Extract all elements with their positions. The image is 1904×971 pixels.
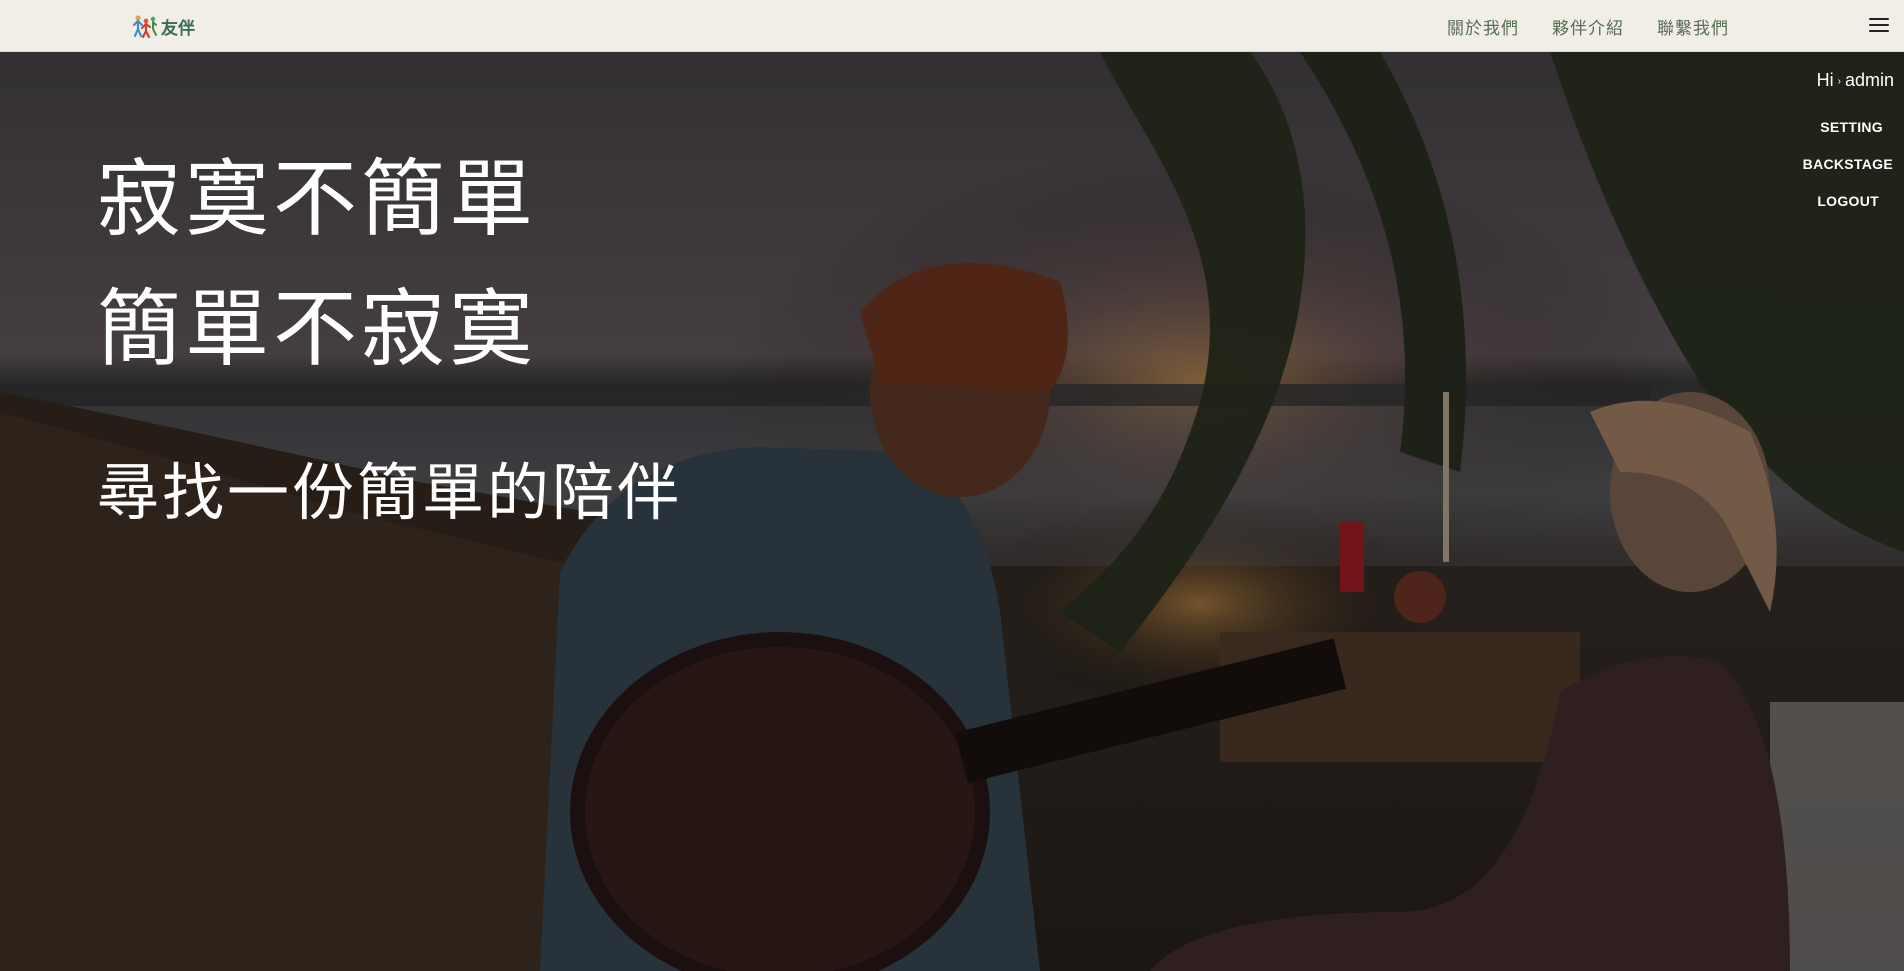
nav-link-about[interactable]: 關於我們	[1447, 14, 1519, 39]
nav-links: 關於我們 夥伴介紹 聯繫我們	[1414, 0, 1729, 52]
nav-link-partners[interactable]: 夥伴介紹	[1552, 14, 1624, 39]
user-greeting: Hi › admin	[1817, 70, 1894, 91]
top-navbar: 友伴 關於我們 夥伴介紹 聯繫我們	[0, 0, 1904, 52]
hero-headline-line1: 寂寞不簡單	[97, 150, 538, 248]
setting-link[interactable]: SETTING	[1820, 119, 1883, 135]
hero-tagline: 尋找一份簡單的陪伴	[97, 456, 683, 529]
nav-link-contact[interactable]: 聯繫我們	[1657, 14, 1729, 39]
hero-headline-line2: 簡單不寂寞	[97, 280, 538, 378]
hero-section: 寂寞不簡單 簡單不寂寞 尋找一份簡單的陪伴	[0, 52, 1904, 971]
hamburger-menu-icon[interactable]	[1869, 18, 1889, 34]
brand-name: 友伴	[161, 18, 195, 39]
brand-logo[interactable]: 友伴	[132, 14, 195, 39]
greeting-prefix: Hi	[1816, 70, 1834, 90]
greeting-separator: ›	[1837, 75, 1841, 87]
backstage-link[interactable]: BACKSTAGE	[1803, 156, 1893, 172]
people-logo-icon	[132, 15, 157, 38]
username: admin	[1844, 70, 1894, 90]
logout-link[interactable]: LOGOUT	[1817, 193, 1879, 209]
